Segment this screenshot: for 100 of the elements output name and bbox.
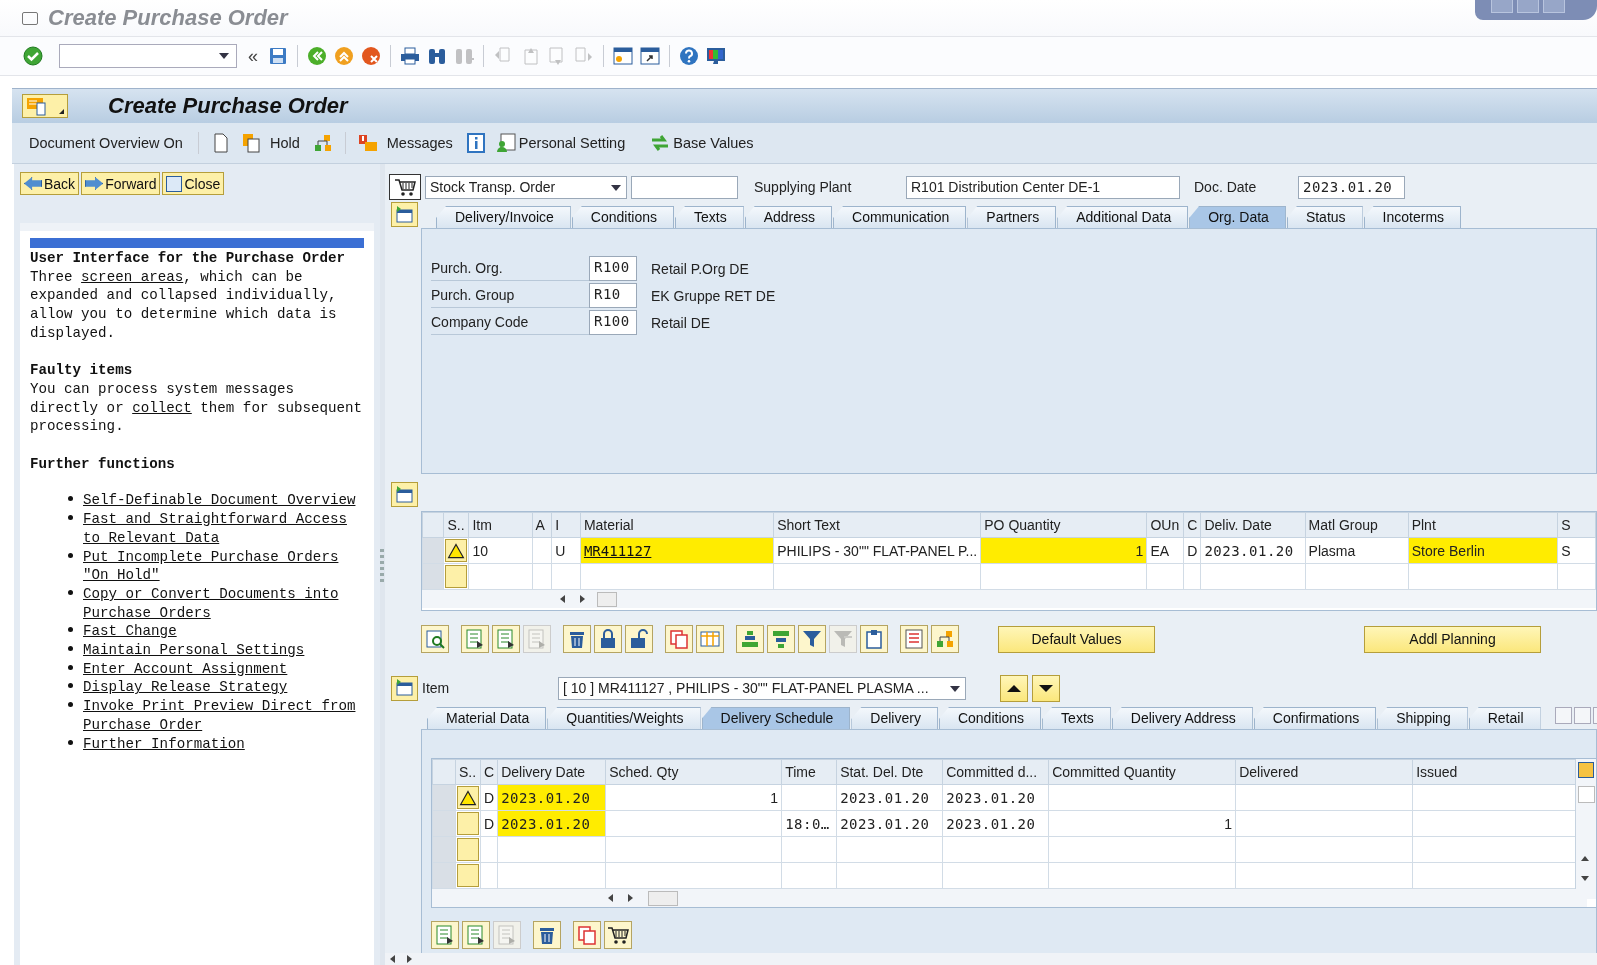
input-field[interactable]: 2023.01.20: [1298, 175, 1405, 199]
column-header[interactable]: S..: [455, 759, 481, 785]
document-type-dropdown[interactable]: Stock Transp. Order: [425, 175, 627, 199]
print-icon[interactable]: [399, 45, 421, 67]
tab[interactable]: Quantities/Weights: [547, 707, 701, 729]
cart-button[interactable]: [604, 921, 632, 949]
sort-button[interactable]: [736, 625, 764, 653]
scroll-down-icon[interactable]: [1581, 876, 1589, 881]
tab[interactable]: Incoterms: [1363, 206, 1462, 228]
tab[interactable]: Shipping: [1377, 707, 1468, 729]
status-field[interactable]: [457, 864, 479, 887]
help-link[interactable]: Fast Change: [83, 622, 177, 642]
tab[interactable]: Partners: [967, 206, 1057, 228]
help-link[interactable]: Invoke Print Preview Direct from Purchase Order: [83, 697, 364, 735]
addl-planning-button[interactable]: Addl Planning: [1364, 625, 1541, 653]
tab[interactable]: Delivery: [851, 707, 938, 729]
menu-button[interactable]: [22, 94, 68, 118]
column-header[interactable]: Delivered: [1235, 759, 1413, 785]
insert-button[interactable]: [431, 921, 459, 949]
help-link[interactable]: Put Incomplete Purchase Orders "On Hold": [83, 547, 364, 585]
table-settings-icon[interactable]: [1578, 762, 1594, 778]
help-nav-button[interactable]: Back: [20, 172, 80, 195]
collapse-toggle[interactable]: «: [248, 45, 258, 67]
window-menu-icon[interactable]: [22, 11, 38, 25]
help-link[interactable]: Display Release Strategy: [83, 678, 288, 698]
hierarchy-button[interactable]: [931, 625, 959, 653]
scroll-box[interactable]: [1578, 786, 1595, 803]
tab[interactable]: Delivery Address: [1111, 707, 1253, 729]
help-link[interactable]: Self-Definable Document Overview: [83, 491, 356, 511]
new-window-icon[interactable]: [612, 45, 634, 67]
column-header[interactable]: Delivery Date: [497, 759, 606, 785]
help-link[interactable]: Copy or Convert Documents into Purchase Orders: [83, 584, 364, 623]
tab[interactable]: Confirmations: [1253, 707, 1377, 729]
help-link[interactable]: collect: [132, 399, 192, 416]
panel-toggle-button[interactable]: [391, 202, 418, 227]
shortcut-icon[interactable]: [639, 45, 661, 67]
command-field[interactable]: [59, 44, 237, 68]
help-link[interactable]: screen areas: [81, 268, 184, 285]
save-icon[interactable]: [267, 45, 289, 67]
toolbar-button[interactable]: Messages: [386, 135, 453, 151]
tab[interactable]: Delivery/Invoice: [436, 206, 571, 228]
horizontal-scrollbar[interactable]: [385, 953, 1597, 965]
details-button[interactable]: [421, 625, 449, 653]
panel-toggle-button[interactable]: [391, 675, 418, 701]
column-header[interactable]: Sched. Qty: [605, 759, 782, 785]
horizontal-scrollbar[interactable]: [432, 889, 1587, 907]
next-item-button[interactable]: [1032, 674, 1060, 702]
column-header[interactable]: Material: [580, 512, 774, 538]
help-icon[interactable]: [678, 45, 700, 67]
tab[interactable]: Texts: [1042, 707, 1111, 729]
help-nav-button[interactable]: Close: [162, 172, 225, 195]
filter-button[interactable]: [798, 625, 826, 653]
column-header[interactable]: Matl Group: [1305, 512, 1409, 538]
input-field[interactable]: [631, 175, 738, 199]
column-header[interactable]: S..: [443, 512, 469, 538]
insert-button[interactable]: [462, 921, 490, 949]
copy-button[interactable]: [665, 625, 693, 653]
tab[interactable]: Material Data: [427, 707, 547, 729]
toolbar-button[interactable]: Document Overview On: [29, 135, 183, 151]
help-link[interactable]: Maintain Personal Settings: [83, 641, 305, 660]
scroll-left-icon[interactable]: [390, 955, 395, 963]
item-dropdown[interactable]: [ 10 ] MR411127 , PHILIPS - 30"" FLAT-PANEL PLASMA ...: [558, 676, 966, 700]
messages-icon[interactable]: [356, 132, 379, 154]
column-header[interactable]: Short Text: [773, 512, 981, 538]
unlock-button[interactable]: [625, 625, 653, 653]
scroll-right-icon[interactable]: [628, 894, 633, 902]
status-field[interactable]: [457, 838, 479, 861]
toolbar-button[interactable]: Base Values: [649, 132, 754, 154]
scroll-thumb[interactable]: [648, 891, 678, 906]
delete-button[interactable]: [533, 921, 561, 949]
list-button[interactable]: [900, 625, 928, 653]
input-field[interactable]: R100: [589, 256, 637, 281]
help-link[interactable]: Further Information: [83, 734, 245, 754]
scroll-thumb[interactable]: [597, 592, 617, 607]
status-field[interactable]: [457, 812, 479, 835]
column-header[interactable]: Committed d...: [942, 759, 1049, 785]
input-field[interactable]: R100: [589, 310, 637, 335]
column-header[interactable]: Time: [781, 759, 837, 785]
help-link[interactable]: Enter Account Assignment: [83, 659, 288, 679]
input-field[interactable]: R10: [589, 283, 637, 308]
tab[interactable]: Conditions: [938, 707, 1042, 729]
previous-item-button[interactable]: [1000, 674, 1028, 702]
column-header[interactable]: Issued: [1412, 759, 1576, 785]
help-link[interactable]: Fast and Straightforward Access to Relevant Data: [83, 510, 364, 548]
columns-button[interactable]: [696, 625, 724, 653]
lock-button[interactable]: [594, 625, 622, 653]
column-header[interactable]: OUn: [1146, 512, 1184, 538]
checkmark-icon[interactable]: [22, 45, 44, 67]
column-header[interactable]: PO Quantity: [980, 512, 1147, 538]
toolbar-button[interactable]: Hold: [269, 135, 300, 151]
insert-button[interactable]: [492, 625, 520, 653]
splitter-grip[interactable]: [380, 549, 384, 583]
scroll-right-icon[interactable]: [407, 955, 412, 963]
tab[interactable]: Status: [1286, 206, 1363, 228]
dropdown-arrow-icon[interactable]: [219, 53, 229, 59]
scroll-up-icon[interactable]: [1581, 856, 1589, 861]
column-header[interactable]: Deliv. Date: [1200, 512, 1306, 538]
vertical-scrollbar[interactable]: [1575, 759, 1596, 899]
tab[interactable]: Retail: [1468, 707, 1541, 729]
monitor-icon[interactable]: [705, 45, 727, 67]
